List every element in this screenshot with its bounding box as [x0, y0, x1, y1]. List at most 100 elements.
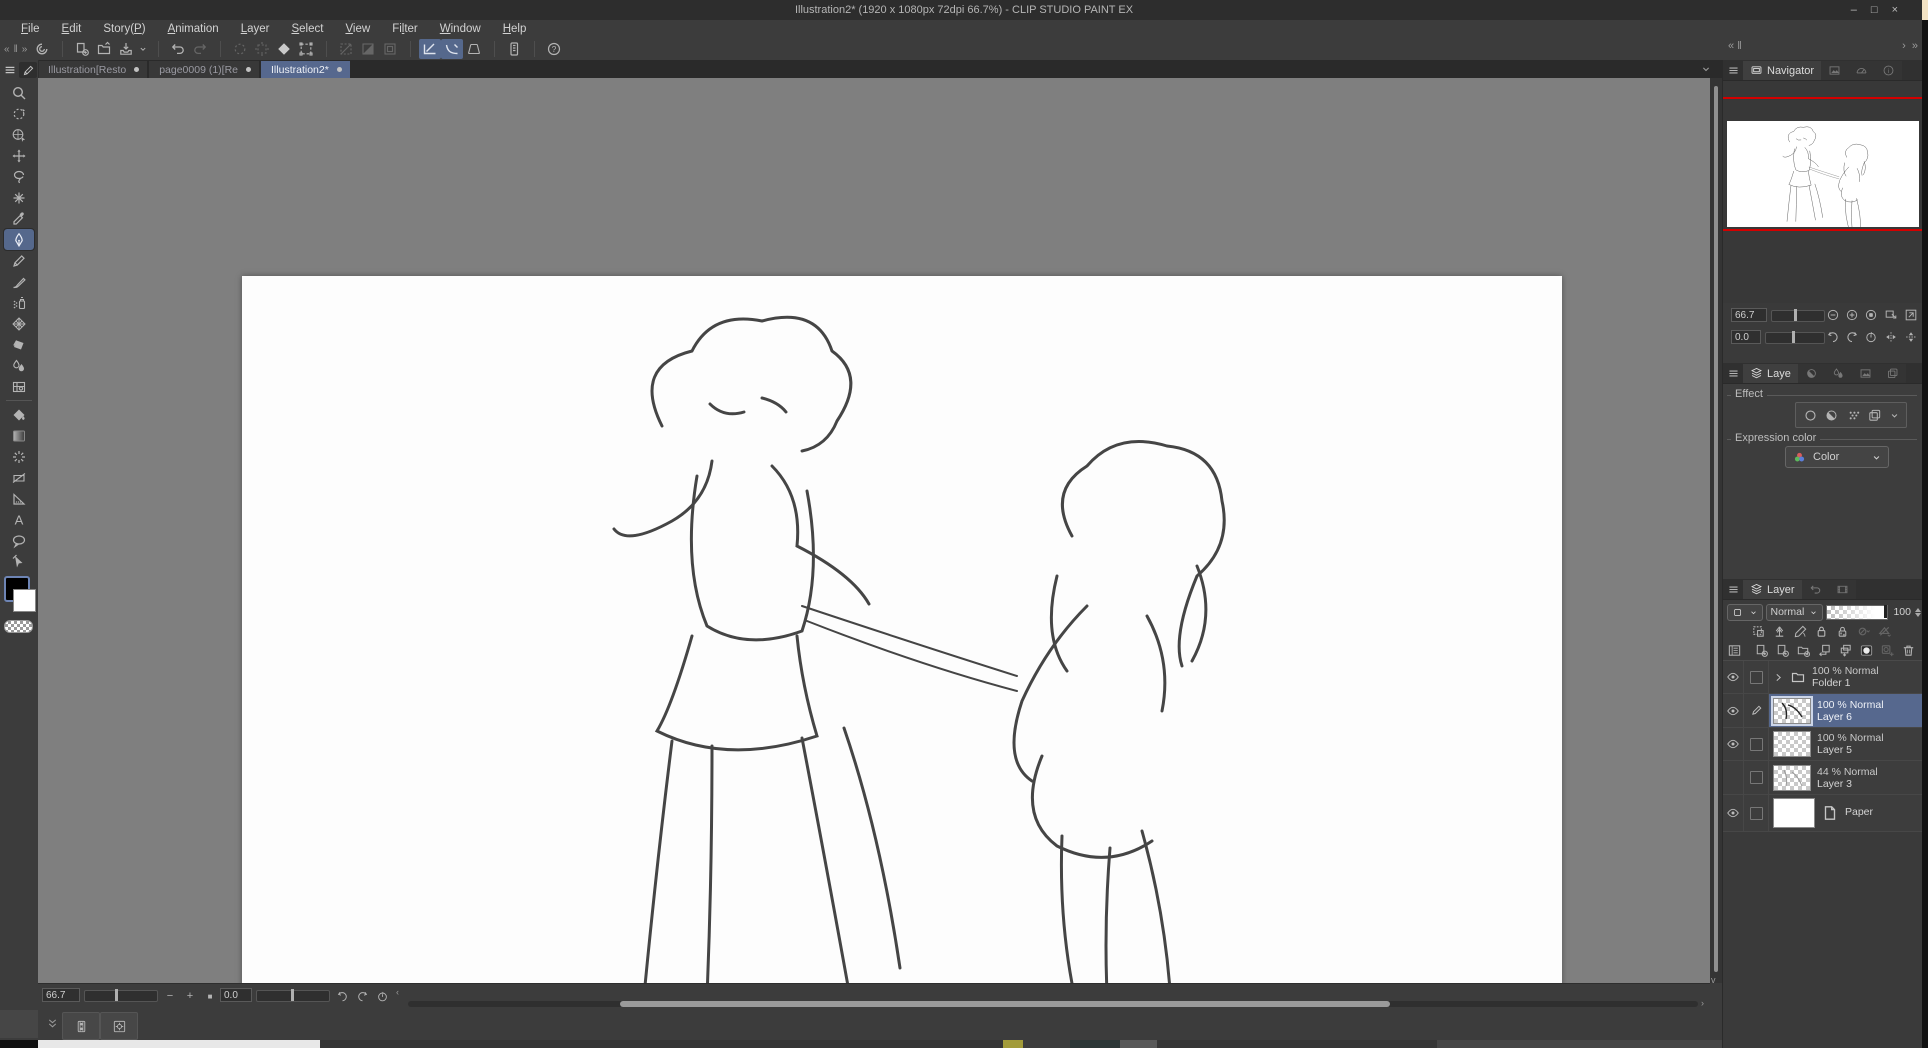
handle-icon[interactable]: ‖: [14, 44, 18, 55]
selection-fill-button[interactable]: [357, 39, 379, 59]
navigator-menu-icon[interactable]: [1723, 61, 1743, 80]
rotate-left-button[interactable]: [334, 988, 350, 1004]
layer-row[interactable]: 100 % Normal Layer 6: [1723, 694, 1923, 728]
visibility-toggle[interactable]: [1723, 728, 1744, 760]
zoom-in-button[interactable]: +: [182, 988, 198, 1004]
tab-information[interactable]: i: [1875, 61, 1903, 80]
tool-gradient[interactable]: [4, 425, 34, 446]
transfer-down-button[interactable]: [1817, 643, 1832, 658]
snap-grid-button[interactable]: [463, 39, 485, 59]
menu-window[interactable]: Window: [429, 20, 492, 38]
nav-rotation-thumb[interactable]: [1792, 331, 1795, 343]
fill-selection-button[interactable]: [273, 39, 295, 59]
layer-thumbnail[interactable]: [1773, 764, 1811, 791]
nav-flip-vertical-button[interactable]: [1903, 329, 1919, 345]
expand-right-icon[interactable]: »: [22, 44, 28, 55]
layer-list-view-button[interactable]: [1727, 643, 1742, 658]
minimize-button[interactable]: –: [1851, 4, 1857, 16]
nav-zoom-out-button[interactable]: [1825, 307, 1841, 323]
nav-zoom-in-button[interactable]: [1844, 307, 1860, 323]
folder-arrow-icon[interactable]: [1773, 672, 1784, 683]
layer-row[interactable]: Paper: [1723, 795, 1923, 832]
reference-dropdown[interactable]: [1856, 624, 1871, 639]
tool-operation[interactable]: [4, 124, 34, 145]
redo-button[interactable]: [189, 39, 211, 59]
layer-checkbox[interactable]: [1749, 806, 1763, 820]
toolbar-collapse-handle[interactable]: « ‖ »: [0, 44, 31, 55]
tab-animation-cels[interactable]: [1828, 580, 1856, 599]
spin-down-icon[interactable]: [1915, 612, 1921, 617]
eye-icon[interactable]: [1726, 670, 1740, 684]
chevron-down-button[interactable]: [137, 39, 149, 59]
canvas-page[interactable]: [242, 276, 1562, 983]
tool-decoration[interactable]: [4, 313, 34, 334]
tool-blend[interactable]: [4, 355, 34, 376]
zoom-out-button[interactable]: −: [162, 988, 178, 1004]
opacity-spinner[interactable]: [1915, 607, 1921, 617]
tone-effect-icon[interactable]: [1824, 408, 1839, 423]
panel-expand-right-icon[interactable]: »: [1912, 40, 1918, 52]
material-panel-button[interactable]: [503, 39, 525, 59]
horizontal-scroll-thumb[interactable]: [620, 1001, 1390, 1007]
menu-help[interactable]: Help: [492, 20, 538, 38]
maximize-button[interactable]: □: [1871, 4, 1878, 16]
visibility-toggle[interactable]: [1723, 694, 1744, 727]
blend-thumbnail-dropdown[interactable]: [1727, 603, 1763, 621]
close-button[interactable]: ×: [1892, 4, 1898, 16]
nav-rotate-left-button[interactable]: [1825, 329, 1841, 345]
opacity-value[interactable]: 100: [1891, 606, 1911, 618]
new-document-button[interactable]: [71, 39, 93, 59]
tab-tone[interactable]: [1797, 364, 1825, 383]
opacity-slider[interactable]: [1825, 604, 1889, 620]
nav-flip-horizontal-button[interactable]: [1883, 329, 1899, 345]
nav-fit-button[interactable]: [1863, 307, 1879, 323]
menu-layer[interactable]: Layer: [230, 20, 281, 38]
fit-to-window-button[interactable]: ■: [202, 988, 218, 1004]
reset-rotation-button[interactable]: [374, 988, 390, 1004]
menu-edit[interactable]: Edit: [51, 20, 93, 38]
navigator-rotation-value[interactable]: 0.0: [1731, 330, 1761, 344]
halftone-effect-icon[interactable]: [1846, 408, 1861, 423]
undo-button[interactable]: [167, 39, 189, 59]
lock-transparent-toggle[interactable]: [1835, 624, 1850, 639]
tool-balloon[interactable]: [4, 530, 34, 551]
panel-collapse-left-icon[interactable]: «: [1728, 40, 1734, 52]
rotation-slider-thumb[interactable]: [291, 989, 294, 1001]
menu-file[interactable]: File: [10, 20, 51, 38]
canvas-zoom-value[interactable]: 66.7: [42, 988, 80, 1002]
tool-navigate[interactable]: [4, 103, 34, 124]
tool-eraser[interactable]: [4, 334, 34, 355]
layer-menu-icon[interactable]: [1723, 580, 1743, 599]
eye-icon[interactable]: [1726, 737, 1740, 751]
layer-checkbox[interactable]: [1749, 670, 1763, 684]
collapse-left-icon[interactable]: «: [4, 44, 10, 55]
scroll-right-icon[interactable]: ›: [1701, 998, 1704, 1008]
canvas-vertical-scrollbar[interactable]: v: [1710, 78, 1722, 985]
layer-edit-cell[interactable]: [1744, 694, 1769, 727]
zoom-slider-thumb[interactable]: [115, 989, 118, 1001]
tool-correct-line[interactable]: [4, 551, 34, 572]
transparent-color-chip[interactable]: [4, 620, 33, 633]
tool-ruler[interactable]: [4, 488, 34, 509]
vertical-scroll-thumb[interactable]: [1714, 86, 1718, 972]
nav-zoom-thumb[interactable]: [1794, 309, 1797, 321]
new-folder-button[interactable]: [1796, 643, 1811, 658]
visibility-toggle[interactable]: [1723, 761, 1744, 794]
navigator-zoom-value[interactable]: 66.7: [1731, 308, 1767, 322]
tab-layer[interactable]: Layer: [1743, 580, 1802, 599]
canvas-zoom-slider[interactable]: [84, 989, 158, 1002]
tab-layer-search[interactable]: [1801, 580, 1829, 599]
tab-navigator[interactable]: Navigator: [1743, 61, 1822, 80]
deselect-button[interactable]: [229, 39, 251, 59]
lock-toggle[interactable]: [1814, 624, 1829, 639]
tool-frame-border[interactable]: [4, 467, 34, 488]
merge-down-button[interactable]: [1838, 643, 1853, 658]
tool-airbrush[interactable]: [4, 292, 34, 313]
csp-logo-button[interactable]: [31, 39, 53, 59]
tab-frame-2[interactable]: [1878, 364, 1906, 383]
navigator-thumbnail[interactable]: [1727, 121, 1919, 227]
layer-thumbnail[interactable]: [1773, 798, 1815, 828]
double-chevron-down-icon[interactable]: [46, 1017, 59, 1030]
tool-move-layer[interactable]: [4, 145, 34, 166]
layer-row[interactable]: 44 % Normal Layer 3: [1723, 761, 1923, 795]
